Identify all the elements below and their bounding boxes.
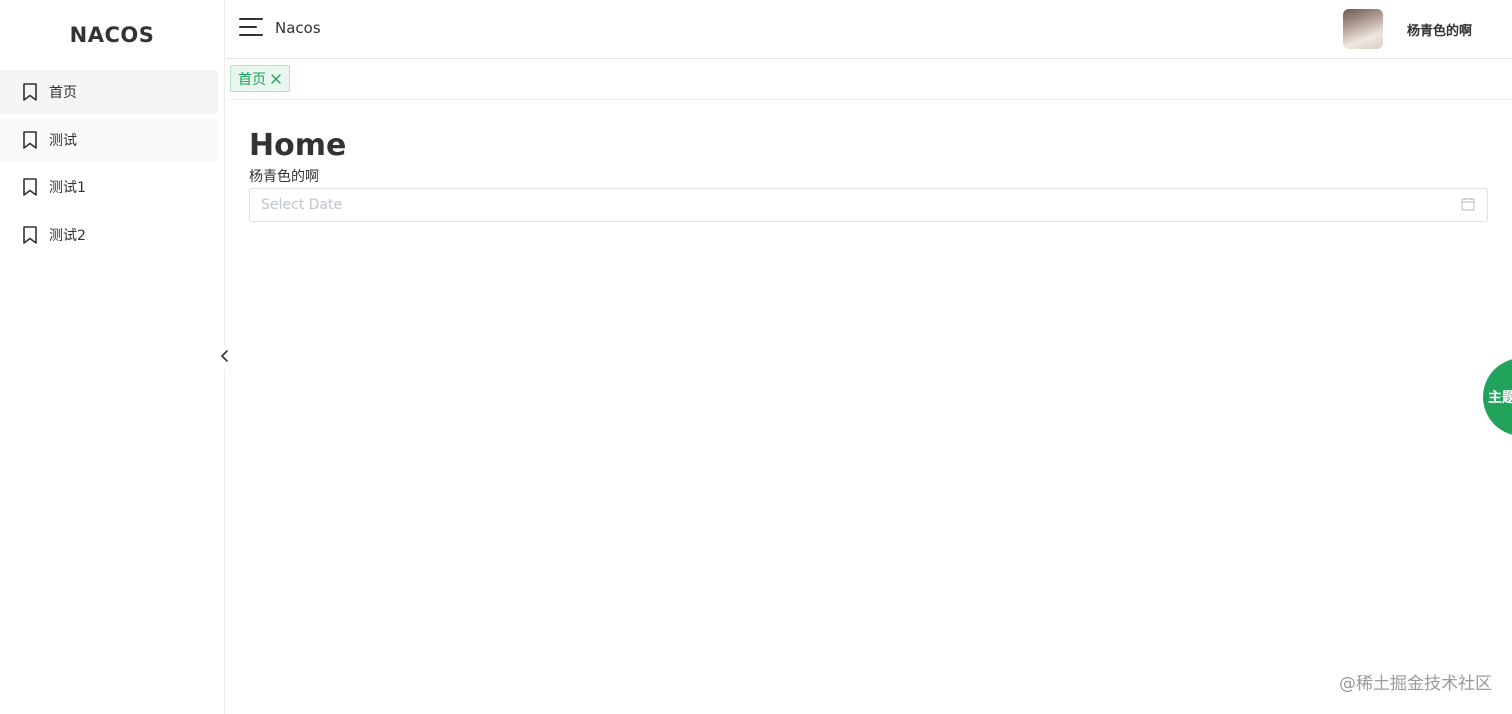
- tab-home[interactable]: 首页: [230, 65, 290, 92]
- date-picker-input[interactable]: Select Date: [249, 188, 1488, 222]
- tab-label: 首页: [238, 71, 266, 88]
- sidebar-item-label: 测试: [49, 132, 77, 149]
- close-icon[interactable]: [270, 73, 282, 85]
- tabs-bar: 首页: [226, 59, 1512, 100]
- sidebar-item-test2[interactable]: 测试2: [0, 213, 218, 257]
- bookmark-icon: [22, 178, 38, 196]
- avatar[interactable]: [1343, 9, 1383, 49]
- sidebar-collapse-button[interactable]: [213, 345, 237, 369]
- bookmark-icon: [22, 225, 38, 244]
- watermark: @稀土掘金技术社区: [1339, 674, 1492, 694]
- sidebar-item-home[interactable]: 首页: [0, 70, 218, 114]
- theme-button[interactable]: 主题: [1483, 358, 1512, 436]
- bookmark-icon: [22, 83, 38, 101]
- header-brand: Nacos: [275, 19, 321, 37]
- sidebar-item-test1[interactable]: 测试1: [0, 165, 218, 209]
- app-logo: NACOS: [69, 23, 155, 47]
- page-title: Home: [249, 128, 347, 163]
- sidebar-item-test[interactable]: 测试: [0, 117, 218, 162]
- top-header: Nacos 杨青色的啊: [226, 0, 1512, 59]
- sidebar-item-label: 首页: [49, 85, 77, 101]
- hamburger-menu-icon[interactable]: [239, 18, 263, 38]
- sidebar: NACOS 首页 测试 测试1 测试2: [0, 0, 225, 714]
- sidebar-menu: 首页 测试 测试1 测试2: [0, 70, 224, 257]
- sidebar-item-label: 测试2: [49, 227, 86, 244]
- chevron-left-icon: [220, 348, 230, 367]
- date-input-placeholder: Select Date: [261, 197, 343, 213]
- bookmark-icon: [22, 130, 38, 149]
- page-subtitle: 杨青色的啊: [249, 169, 319, 185]
- header-username[interactable]: 杨青色的啊: [1407, 20, 1472, 39]
- calendar-icon[interactable]: [1461, 196, 1475, 215]
- main-content: Home 杨青色的啊 Select Date: [249, 128, 1488, 222]
- sidebar-item-label: 测试1: [49, 180, 86, 196]
